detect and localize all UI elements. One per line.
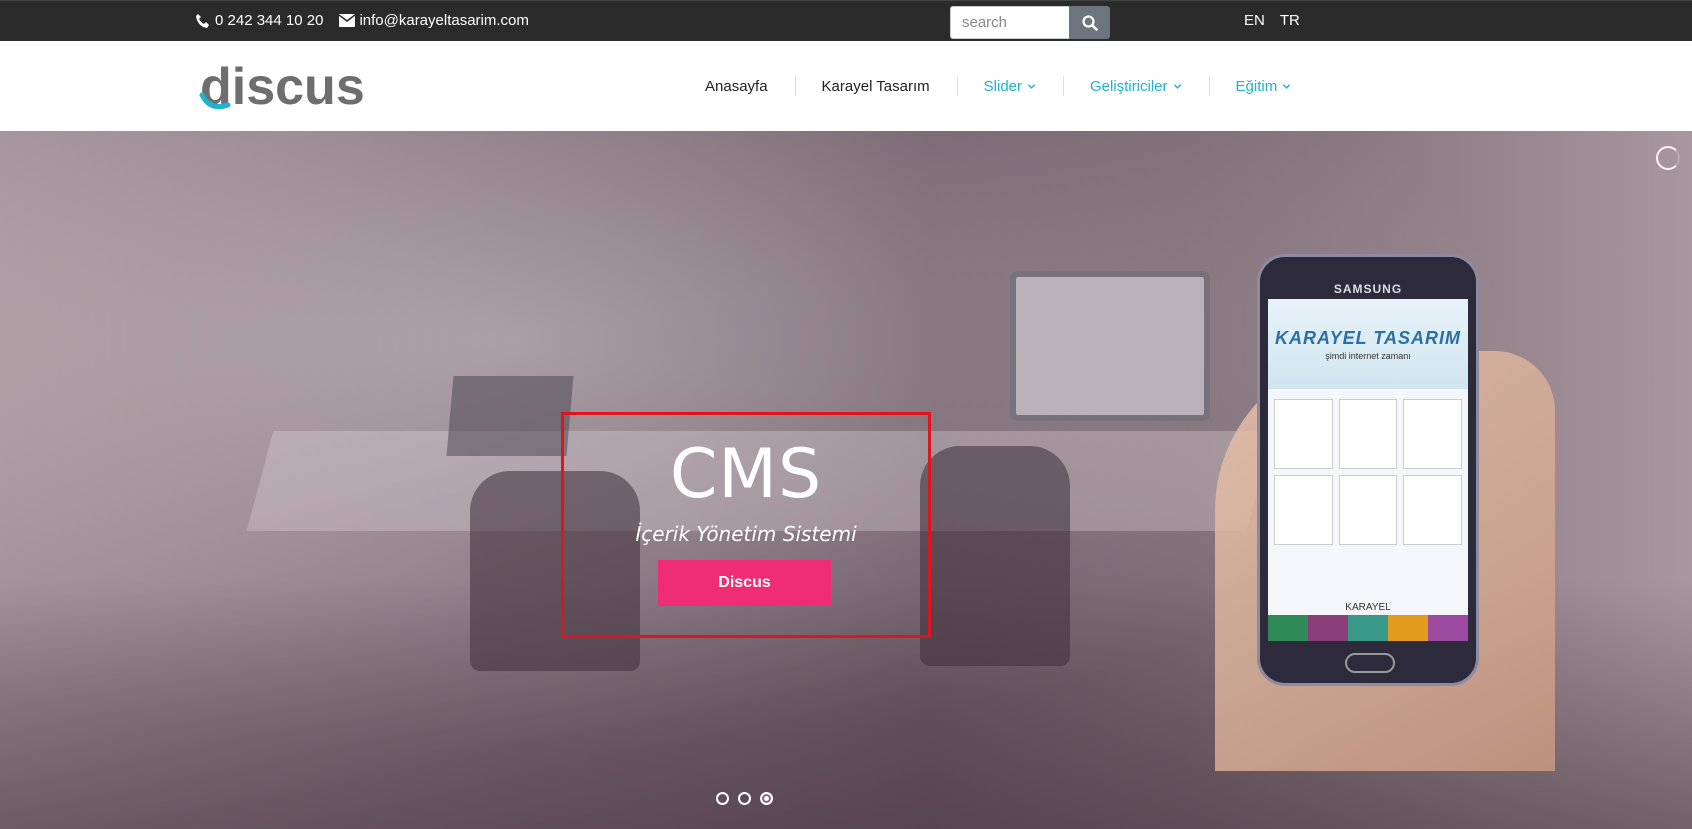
search-icon (1081, 14, 1098, 31)
phone-screen: KARAYEL TASARIM şimdi internet zamanı KA… (1268, 299, 1468, 641)
slider-dot-active[interactable] (760, 792, 773, 805)
language-switcher: EN TR (1244, 12, 1300, 29)
main-navbar: discus Anasayfa Karayel Tasarım Slider G… (0, 41, 1692, 131)
menu-label: Eğitim (1235, 77, 1278, 95)
menu-label: Anasayfa (705, 77, 768, 95)
slide-caption: CMS İçerik Yönetim Sistemi Discus (561, 412, 931, 638)
phone-brand: SAMSUNG (1333, 282, 1403, 296)
menu-item-gelistiriciler[interactable]: Geliştiriciler (1063, 76, 1209, 96)
smartphone-image: SAMSUNG KARAYEL TASARIM şimdi internet z… (1257, 254, 1479, 686)
phone-tile (1274, 475, 1333, 545)
phone-icon (196, 13, 209, 28)
email-contact[interactable]: info@karayeltasarim.com (339, 12, 529, 29)
phone-screen-footer: KARAYEL (1345, 602, 1391, 613)
phone-tile (1338, 399, 1398, 469)
discus-logo[interactable]: discus (198, 59, 376, 115)
phone-site-tagline: şimdi internet zamanı (1325, 350, 1411, 361)
chevron-down-icon (1283, 83, 1291, 89)
lang-tr[interactable]: TR (1280, 12, 1300, 29)
menu-label: Slider (983, 77, 1023, 95)
top-bar: 0 242 344 10 20 info@karayeltasarim.com … (0, 0, 1692, 41)
slider-dot[interactable] (716, 792, 729, 805)
phone-number: 0 242 344 10 20 (215, 12, 324, 29)
slide-title: CMS (669, 435, 823, 514)
menu-label: Geliştiriciler (1090, 77, 1168, 95)
slider-dot[interactable] (738, 792, 751, 805)
main-menu: Anasayfa Karayel Tasarım Slider Geliştir… (678, 41, 1318, 131)
background-monitor (1010, 271, 1210, 421)
search-button[interactable] (1069, 6, 1110, 39)
loading-spinner-icon (1656, 146, 1680, 170)
menu-item-anasayfa[interactable]: Anasayfa (678, 76, 795, 96)
search-form (950, 6, 1110, 39)
phone-tile (1274, 399, 1333, 469)
phone-site-logo: KARAYEL TASARIM (1275, 327, 1461, 348)
phone-screen-bottom-bar (1268, 615, 1468, 641)
phone-contact[interactable]: 0 242 344 10 20 (195, 12, 323, 29)
slide-subtitle: İçerik Yönetim Sistemi (635, 522, 857, 546)
phone-tile (1403, 475, 1462, 545)
slider-pagination (716, 792, 773, 805)
chevron-down-icon (1173, 83, 1181, 89)
contact-info: 0 242 344 10 20 info@karayeltasarim.com (195, 12, 529, 29)
phone-tile (1338, 475, 1398, 545)
envelope-icon (339, 14, 356, 27)
email-address: info@karayeltasarim.com (359, 12, 529, 29)
hero-slider: SAMSUNG KARAYEL TASARIM şimdi internet z… (0, 131, 1692, 829)
phone-home-button (1345, 653, 1395, 673)
chevron-down-icon (1027, 83, 1036, 89)
background-laptop (446, 376, 574, 456)
menu-item-karayel-tasarim[interactable]: Karayel Tasarım (794, 76, 957, 96)
search-input[interactable] (950, 6, 1069, 39)
phone-tile (1403, 399, 1462, 469)
menu-label: Karayel Tasarım (821, 77, 930, 95)
phone-screen-grid (1268, 389, 1468, 555)
lang-en[interactable]: EN (1244, 12, 1265, 29)
menu-item-egitim[interactable]: Eğitim (1208, 76, 1319, 96)
phone-screen-header: KARAYEL TASARIM şimdi internet zamanı (1268, 299, 1468, 389)
slide-cta-button[interactable]: Discus (658, 560, 831, 606)
menu-item-slider[interactable]: Slider (956, 76, 1063, 96)
